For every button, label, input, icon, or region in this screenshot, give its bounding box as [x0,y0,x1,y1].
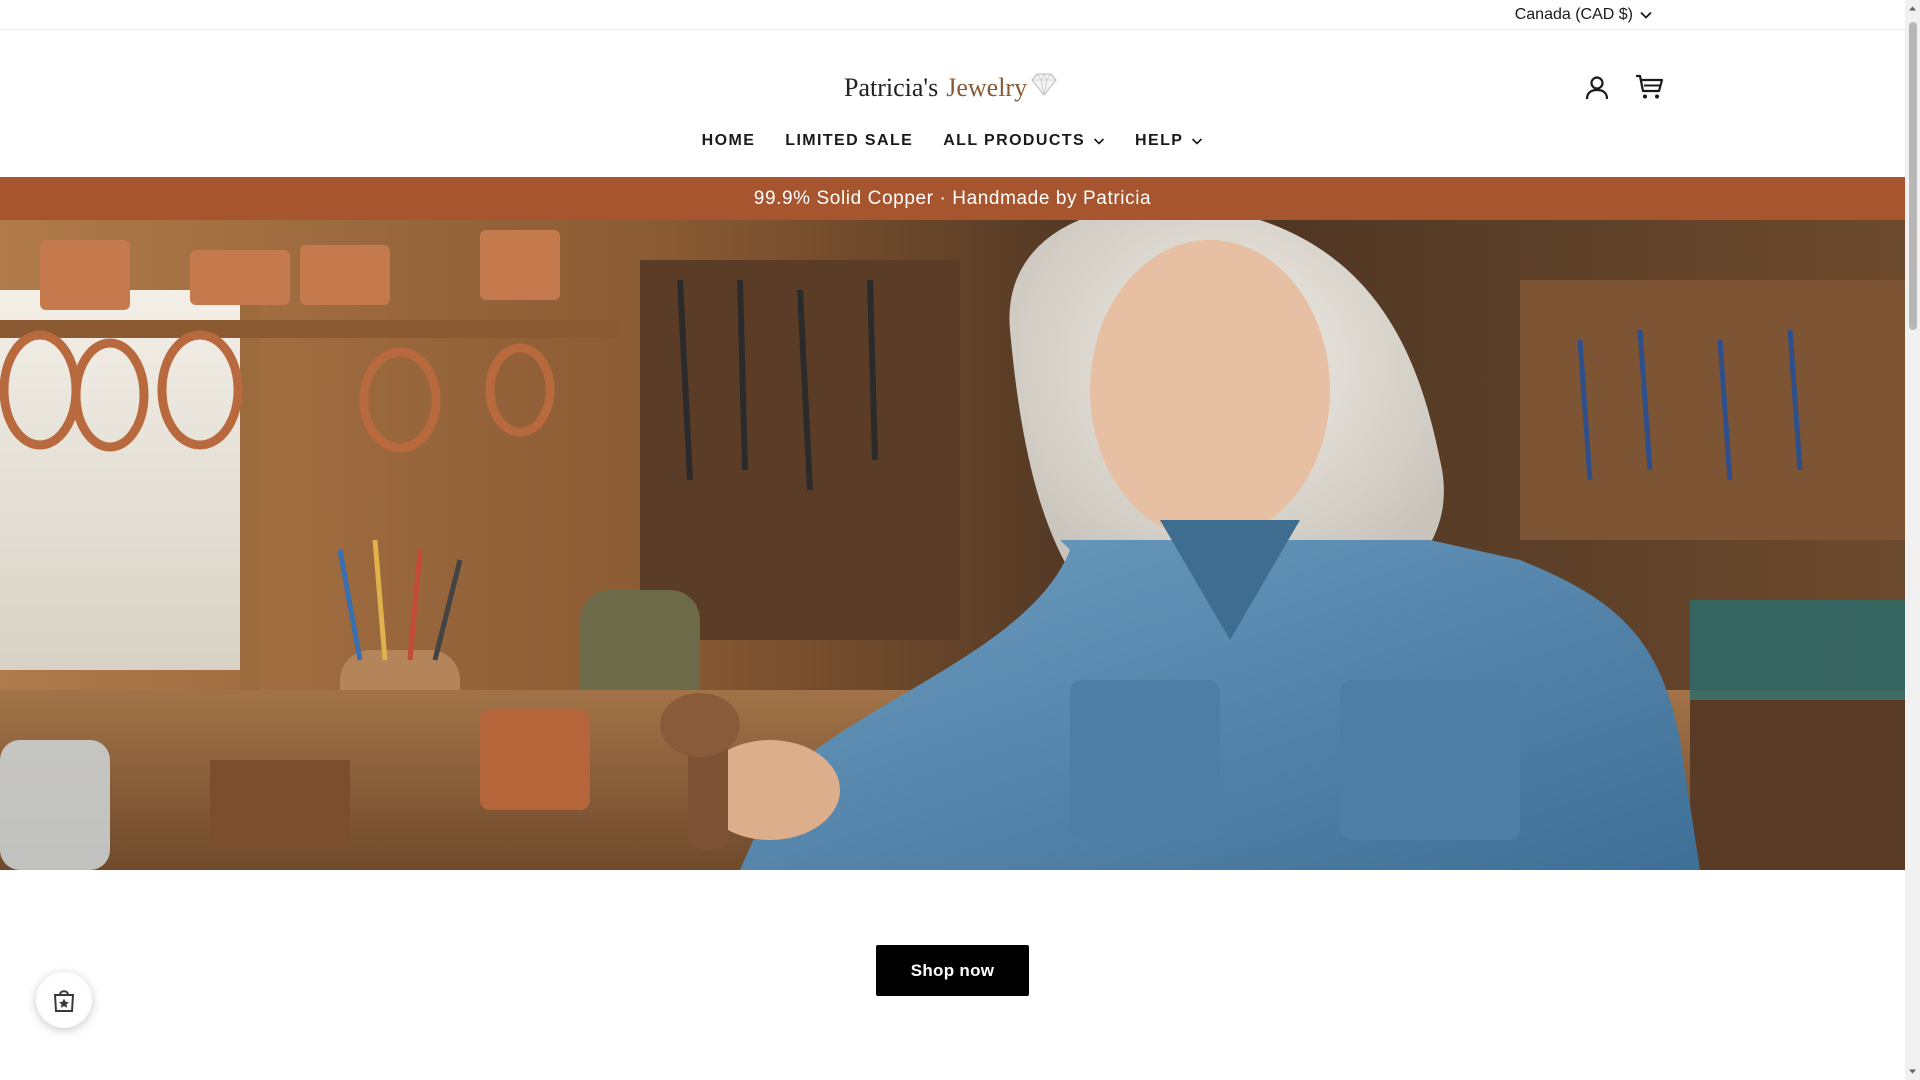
logo-text-accent: Jewelry [946,73,1028,102]
hero-illustration [0,220,1905,870]
chevron-down-icon [1192,138,1203,145]
scroll-down-arrow-icon[interactable] [1908,1067,1917,1076]
utility-bar: Canada (CAD $) [0,0,1905,30]
nav-label: HOME [701,132,756,149]
hero-workshop-image [0,220,1905,870]
diamond-icon [1031,73,1057,96]
nav-item-limited-sale[interactable]: LIMITED SALE [785,128,913,154]
currency-label: Canada (CAD $) [1514,6,1633,23]
shopping-bag-star-icon [53,990,75,1012]
logo-text-primary: Patricia's [844,73,939,102]
nav-item-help[interactable]: HELP [1135,128,1203,154]
nav-item-all-products[interactable]: ALL PRODUCTS [943,128,1105,154]
nav-label: ALL PRODUCTS [943,132,1086,149]
shop-now-button[interactable]: Shop now [876,945,1029,996]
chevron-down-icon [1093,138,1105,145]
announcement-bar: 99.9% Solid Copper · Handmade by Patrici… [0,177,1905,220]
account-icon[interactable] [1583,74,1611,102]
floating-shop-badge[interactable] [36,972,92,1028]
main-nav: HOME LIMITED SALE ALL PRODUCTS HELP [0,128,1905,154]
scrollbar-thumb[interactable] [1909,22,1917,330]
nav-label: LIMITED SALE [785,132,914,149]
site-logo[interactable]: Patricia's Jewelry [844,68,1059,108]
cart-icon[interactable] [1634,72,1664,102]
scrollbar[interactable] [1905,0,1920,1080]
page: Canada (CAD $) Patricia's Jewelry HOME L… [0,0,1905,1080]
announcement-text: 99.9% Solid Copper · Handmade by Patrici… [753,187,1152,209]
nav-item-home[interactable]: HOME [702,128,756,154]
nav-label: HELP [1135,132,1184,149]
currency-selector[interactable]: Canada (CAD $) [1515,5,1653,25]
chevron-down-icon [1640,11,1652,19]
scroll-up-arrow-icon[interactable] [1908,4,1917,13]
